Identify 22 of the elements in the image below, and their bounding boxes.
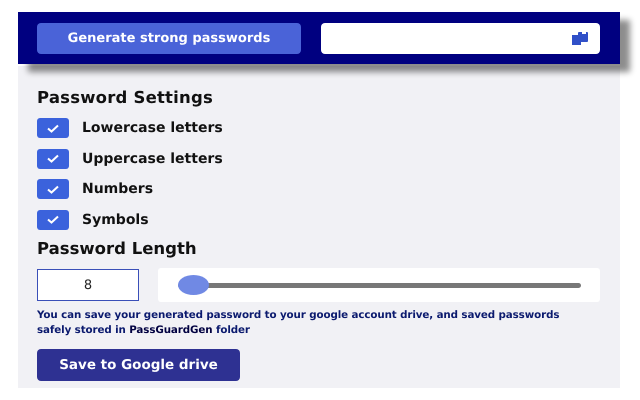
checkbox-label: Symbols <box>82 212 149 228</box>
checkbox[interactable] <box>37 179 69 200</box>
checkbox-label: Uppercase letters <box>82 150 223 167</box>
length-input[interactable]: 8 <box>37 269 139 301</box>
save-note: You can save your generated password to your google account drive, and saved passwords safely stored in PassGuardGen folder <box>37 308 560 338</box>
checkbox[interactable] <box>37 148 69 169</box>
check-icon <box>47 124 59 133</box>
section-title: Password Settings <box>37 88 214 107</box>
checkbox-label: Numbers <box>82 181 154 198</box>
check-icon <box>47 184 59 194</box>
save-drive-button[interactable]: Save to Google drive <box>37 348 240 381</box>
checkbox[interactable] <box>37 210 69 230</box>
checkbox[interactable] <box>37 118 69 138</box>
check-icon <box>47 154 59 164</box>
generate-button[interactable]: Generate strong passwords <box>37 22 301 54</box>
slider-thumb[interactable] <box>178 274 209 294</box>
section-title: Password Length <box>37 239 198 258</box>
password-field[interactable] <box>321 22 600 54</box>
check-icon <box>47 215 59 224</box>
length-slider[interactable] <box>158 268 600 302</box>
copy-icon[interactable] <box>572 31 588 45</box>
checkbox-label: Lowercase letters <box>82 120 223 136</box>
